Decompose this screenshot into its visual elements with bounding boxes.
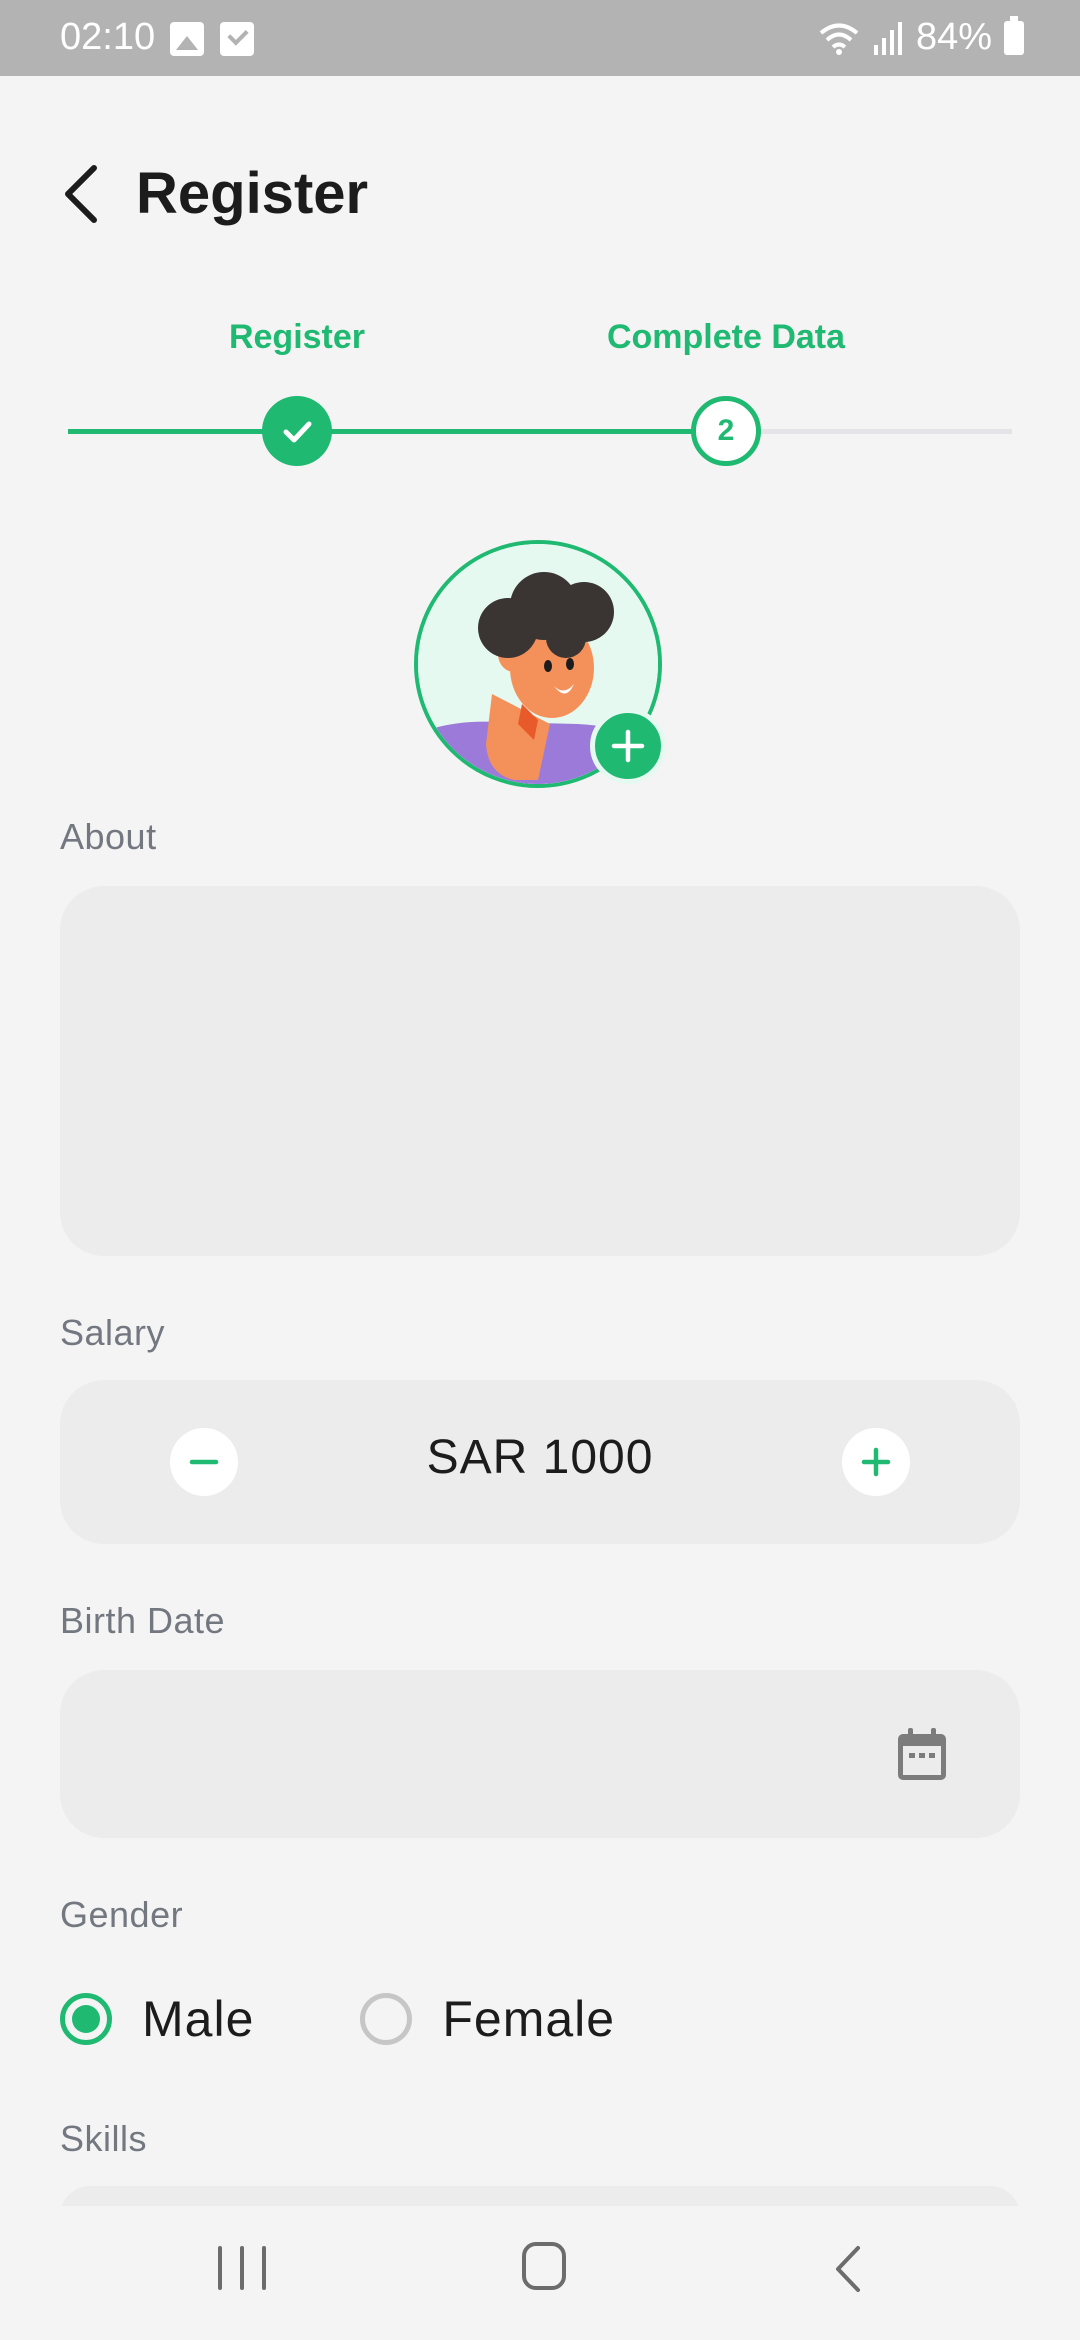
gender-radio-group: Male Female: [60, 1990, 721, 2048]
skills-label: Skills: [60, 2118, 148, 2159]
radio-label-male: Male: [142, 1991, 255, 2047]
wifi-icon: [819, 23, 859, 55]
status-notification-icons: [170, 22, 254, 56]
birth-date-field[interactable]: [60, 1670, 1020, 1838]
home-icon[interactable]: [522, 2242, 566, 2290]
birth-date-label: Birth Date: [60, 1600, 226, 1641]
step-current-indicator: 2: [691, 396, 761, 466]
radio-male[interactable]: [60, 1993, 112, 2045]
salary-stepper: SAR 1000: [60, 1380, 1020, 1544]
battery-percentage: 84%: [915, 16, 992, 58]
profile-avatar[interactable]: [414, 540, 666, 788]
salary-label: Salary: [60, 1312, 166, 1353]
checkbox-icon: [220, 22, 254, 56]
gallery-icon: [170, 22, 204, 56]
progress-stepper: Register Complete Data 2: [68, 318, 1012, 478]
step-label-register: Register: [228, 318, 366, 356]
page-title: Register: [136, 161, 369, 226]
radio-label-female: Female: [442, 1991, 616, 2047]
checkmark-icon: [283, 421, 312, 443]
gender-label: Gender: [60, 1894, 184, 1935]
nav-back-icon[interactable]: [826, 2244, 870, 2294]
radio-female[interactable]: [360, 1993, 413, 2045]
step-remaining-line: [726, 429, 1012, 434]
signal-icon: [873, 21, 902, 55]
battery-icon: [1004, 15, 1024, 55]
about-textarea[interactable]: [60, 886, 1020, 1256]
recent-apps-icon[interactable]: [218, 2246, 266, 2290]
step-progress-line: [68, 429, 726, 434]
salary-increase-button[interactable]: [842, 1428, 910, 1496]
status-time: 02:10: [60, 16, 156, 58]
plus-icon: [611, 729, 645, 763]
calendar-icon[interactable]: [896, 1726, 948, 1782]
about-label: About: [60, 816, 157, 857]
header: Register: [60, 160, 368, 227]
step-label-complete-data: Complete Data: [606, 318, 846, 356]
status-bar: 02:10 84%: [0, 0, 1080, 76]
step-completed-indicator: [262, 396, 332, 466]
gender-option-male[interactable]: Male: [60, 1990, 254, 2048]
system-navigation-bar: [0, 2206, 1080, 2340]
plus-icon: [861, 1447, 891, 1477]
back-chevron-icon[interactable]: [60, 164, 100, 224]
add-photo-button[interactable]: [590, 708, 666, 784]
gender-option-female[interactable]: Female: [360, 1990, 615, 2048]
status-system-icons: 84%: [818, 15, 1024, 59]
